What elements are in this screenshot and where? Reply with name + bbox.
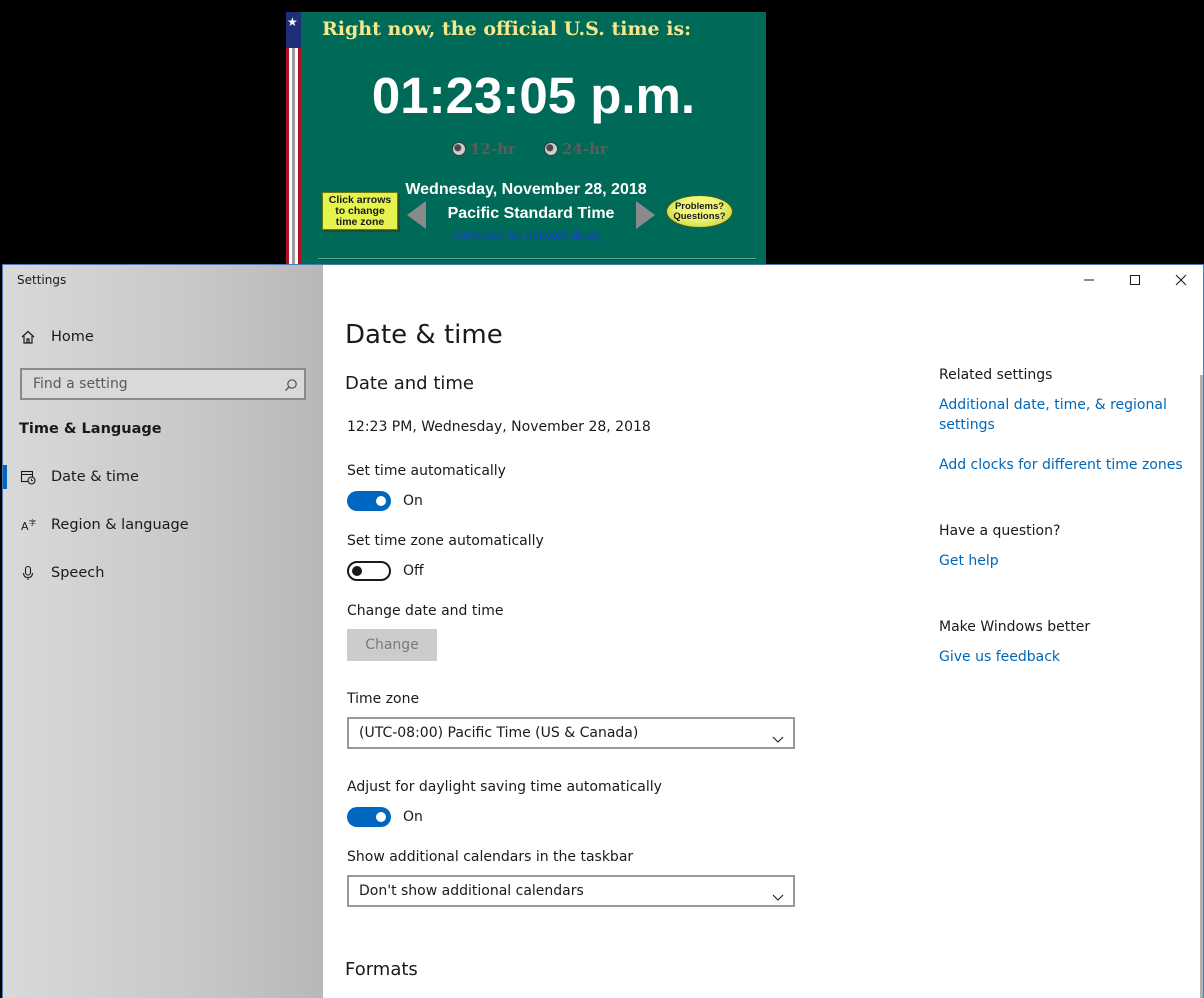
- home-icon: [19, 328, 37, 346]
- toggle-state-text: Off: [403, 563, 424, 579]
- toggle-knob: [376, 812, 386, 822]
- flag-pole: [286, 12, 301, 264]
- next-time-zone-arrow-icon[interactable]: [636, 201, 655, 229]
- sidebar-item-speech[interactable]: Speech: [3, 553, 323, 593]
- radio-12-hr-label: 12-hr: [470, 140, 516, 158]
- problems-questions-button[interactable]: Problems? Questions?: [666, 195, 733, 228]
- radio-12-hr[interactable]: 12-hr: [452, 140, 516, 158]
- radio-button-icon[interactable]: [452, 142, 466, 156]
- flag-canton: ★: [286, 12, 301, 48]
- sidebar-item-region-language[interactable]: A字 Region & language: [3, 505, 323, 545]
- timegov-divider: [318, 258, 756, 260]
- sidebar-item-label: Date & time: [51, 469, 139, 485]
- toggle-state-text: On: [403, 809, 423, 825]
- search-icon[interactable]: [284, 377, 298, 396]
- give-feedback-link[interactable]: Give us feedback: [939, 647, 1060, 667]
- toggle-knob: [376, 496, 386, 506]
- time-zone-label: Time zone: [347, 691, 420, 707]
- sidebar-section-heading: Time & Language: [19, 421, 162, 437]
- radio-24-hr[interactable]: 24-hr: [544, 140, 608, 158]
- star-icon: ★: [287, 15, 298, 29]
- sidebar-item-date-time[interactable]: Date & time: [3, 457, 323, 497]
- app-title: Settings: [17, 273, 67, 287]
- sidebar: Settings Home Time & Language Date & tim…: [3, 265, 323, 998]
- page-title: Date & time: [345, 320, 503, 350]
- region-language-icon: A字: [19, 516, 37, 534]
- main-content: Date & time Date and time 12:23 PM, Wedn…: [323, 265, 1203, 998]
- sidebar-item-label: Speech: [51, 565, 105, 581]
- have-a-question-heading: Have a question?: [939, 523, 1061, 539]
- related-settings-heading: Related settings: [939, 367, 1053, 383]
- current-date-time: 12:23 PM, Wednesday, November 28, 2018: [347, 419, 651, 435]
- svg-text:字: 字: [29, 518, 36, 527]
- search-input[interactable]: [31, 375, 271, 393]
- get-help-link[interactable]: Get help: [939, 551, 999, 571]
- daylight-saving-toggle[interactable]: [347, 807, 391, 827]
- timegov-widget: ★ Right now, the official U.S. time is: …: [286, 12, 766, 264]
- daylight-saving-label: Adjust for daylight saving time automati…: [347, 779, 662, 795]
- timegov-heading: Right now, the official U.S. time is:: [322, 18, 692, 40]
- set-time-zone-automatically-toggle[interactable]: [347, 561, 391, 581]
- radio-24-hr-label: 24-hr: [562, 140, 608, 158]
- official-time-clock: 01:23:05 p.m.: [371, 67, 696, 124]
- network-delay-note: Corrected for network delay: [452, 228, 600, 242]
- date-time-icon: [19, 468, 37, 486]
- additional-calendars-select[interactable]: Don't show additional calendars: [347, 875, 795, 907]
- change-date-time-label: Change date and time: [347, 603, 504, 619]
- svg-text:A: A: [21, 520, 29, 533]
- change-button[interactable]: Change: [347, 629, 437, 661]
- toggle-state-text: On: [403, 493, 423, 509]
- sidebar-item-label: Home: [51, 329, 94, 345]
- make-windows-better-heading: Make Windows better: [939, 619, 1091, 635]
- set-time-automatically-toggle[interactable]: [347, 491, 391, 511]
- timegov-date: Wednesday, November 28, 2018: [405, 181, 647, 198]
- time-zone-select[interactable]: (UTC-08:00) Pacific Time (US & Canada): [347, 717, 795, 749]
- radio-button-icon[interactable]: [544, 142, 558, 156]
- additional-calendars-label: Show additional calendars in the taskbar: [347, 849, 634, 865]
- set-time-zone-automatically-label: Set time zone automatically: [347, 533, 544, 549]
- scrollbar[interactable]: [1200, 375, 1203, 998]
- search-box[interactable]: [20, 368, 306, 400]
- chevron-down-icon: [772, 729, 784, 748]
- microphone-icon: [19, 564, 37, 582]
- date-and-time-heading: Date and time: [345, 373, 474, 394]
- additional-calendars-value: Don't show additional calendars: [359, 883, 584, 899]
- regional-settings-link[interactable]: Additional date, time, & regional settin…: [939, 395, 1189, 435]
- formats-heading: Formats: [345, 959, 418, 980]
- set-time-automatically-label: Set time automatically: [347, 463, 506, 479]
- settings-window: Settings Home Time & Language Date & tim…: [2, 264, 1204, 998]
- chevron-down-icon: [772, 887, 784, 906]
- sidebar-item-home[interactable]: Home: [3, 317, 323, 357]
- time-zone-value: (UTC-08:00) Pacific Time (US & Canada): [359, 725, 639, 741]
- add-clocks-link[interactable]: Add clocks for different time zones: [939, 455, 1183, 475]
- sidebar-item-label: Region & language: [51, 517, 189, 533]
- toggle-knob: [352, 566, 362, 576]
